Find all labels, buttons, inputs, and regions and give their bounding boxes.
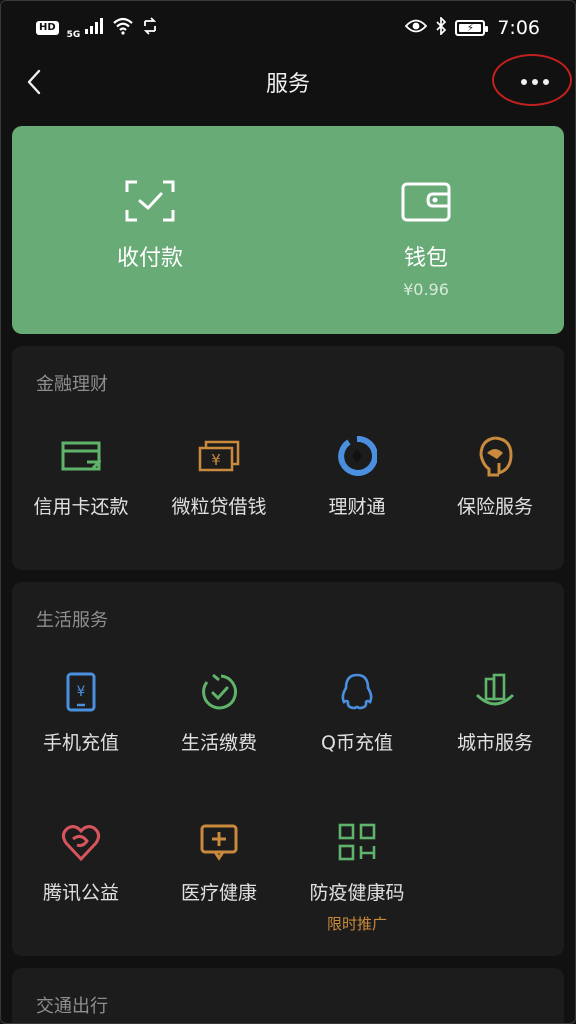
insurance-icon: [473, 434, 517, 478]
signal-icon: [84, 17, 104, 40]
licaitong-button[interactable]: 理财通: [288, 434, 426, 519]
wealth-icon: [335, 434, 379, 478]
section-life: 生活服务 ¥ 手机充值 生活缴费 Q币充值 城市服务 腾讯公益 医疗健康 防疫健…: [12, 582, 564, 956]
phone-recharge-button[interactable]: ¥ 手机充值: [12, 670, 150, 755]
chevron-left-icon: [27, 69, 41, 95]
qq-coin-recharge-label: Q币充值: [321, 732, 393, 754]
credit-card-repay-button[interactable]: 信用卡还款: [12, 434, 150, 519]
page-title: 服务: [265, 72, 310, 97]
scan-pay-icon: [125, 180, 175, 222]
section-title-transport: 交通出行: [36, 996, 108, 1017]
battery-icon: ⚡: [455, 20, 489, 36]
wallet-balance: ¥0.96: [403, 280, 449, 299]
wifi-icon: [112, 17, 134, 40]
receive-pay-label: 收付款: [116, 246, 183, 271]
status-bar-left: HD 5G: [36, 16, 158, 40]
status-bar: HD 5G ⚡ 7:06: [0, 0, 576, 56]
city-service-button[interactable]: 城市服务: [426, 670, 564, 755]
finance-row: 信用卡还款 ¥ 微粒贷借钱 理财通 保险服务: [12, 434, 564, 519]
limited-promo-tag: 限时推广: [326, 915, 387, 933]
bluetooth-icon: [435, 15, 447, 40]
medical-health-label: 医疗健康: [180, 882, 257, 904]
credit-card-repay-label: 信用卡还款: [33, 496, 129, 518]
city-service-icon: [473, 670, 517, 714]
utility-bill-icon: [197, 670, 241, 714]
health-code-label: 防疫健康码: [309, 882, 405, 904]
clock: 7:06: [497, 17, 540, 39]
phone-recharge-icon: ¥: [59, 670, 103, 714]
utility-bill-button[interactable]: 生活缴费: [150, 670, 288, 755]
qq-coin-recharge-button[interactable]: Q币充值: [288, 670, 426, 755]
section-finance: 金融理财 信用卡还款 ¥ 微粒贷借钱 理财通 保险服务: [12, 346, 564, 570]
phone-recharge-label: 手机充值: [42, 732, 119, 754]
wallet-card: 收付款 钱包 ¥0.96: [12, 126, 564, 334]
loan-cash-icon: ¥: [197, 434, 241, 478]
weilidai-loan-button[interactable]: ¥ 微粒贷借钱: [150, 434, 288, 519]
health-code-button[interactable]: 防疫健康码 限时推广: [288, 820, 426, 934]
wallet-icon: [401, 182, 451, 222]
tencent-charity-button[interactable]: 腾讯公益: [12, 820, 150, 934]
credit-card-icon: [59, 434, 103, 478]
health-code-icon: [335, 820, 379, 864]
receive-pay-button[interactable]: 收付款: [12, 126, 288, 334]
insurance-service-button[interactable]: 保险服务: [426, 434, 564, 519]
charity-heart-icon: [59, 820, 103, 864]
section-title-life: 生活服务: [36, 610, 108, 631]
section-title-finance: 金融理财: [36, 374, 108, 395]
life-row-1: ¥ 手机充值 生活缴费 Q币充值 城市服务: [12, 670, 564, 755]
medical-icon: [197, 820, 241, 864]
utility-bill-label: 生活缴费: [180, 732, 257, 754]
section-transport: 交通出行: [12, 968, 564, 1024]
sync-icon: [142, 16, 158, 40]
licaitong-label: 理财通: [328, 496, 386, 518]
highlight-circle: [492, 54, 572, 106]
hd-badge: HD: [36, 21, 59, 35]
wallet-button[interactable]: 钱包 ¥0.96: [288, 126, 564, 334]
life-row-2: 腾讯公益 医疗健康 防疫健康码 限时推广: [12, 820, 564, 934]
medical-health-button[interactable]: 医疗健康: [150, 820, 288, 934]
network-type: 5G: [66, 30, 81, 40]
status-bar-right: ⚡ 7:06: [405, 15, 540, 40]
qq-coin-icon: [335, 670, 379, 714]
top-nav-bar: 服务: [0, 56, 576, 108]
wallet-label: 钱包: [403, 246, 448, 271]
svg-text:¥: ¥: [211, 451, 221, 469]
weilidai-loan-label: 微粒贷借钱: [171, 496, 267, 518]
tencent-charity-label: 腾讯公益: [42, 882, 119, 904]
insurance-service-label: 保险服务: [456, 496, 533, 518]
eye-icon: [405, 18, 428, 39]
svg-text:¥: ¥: [77, 684, 86, 700]
city-service-label: 城市服务: [456, 732, 533, 754]
back-button[interactable]: [18, 66, 50, 98]
